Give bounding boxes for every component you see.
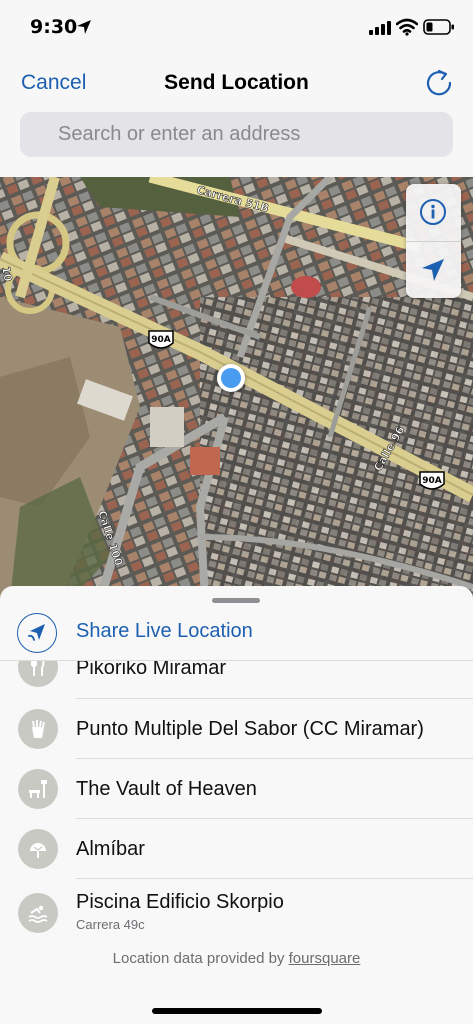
place-name: The Vault of Heaven: [76, 778, 257, 800]
route-shield-right-label: 90A: [422, 476, 442, 486]
cellular-signal-icon: [369, 21, 391, 35]
foursquare-link[interactable]: foursquare: [289, 950, 361, 967]
fries-icon: [18, 709, 58, 749]
refresh-icon[interactable]: [424, 68, 454, 98]
place-name: Punto Multiple Del Sabor (CC Miramar): [76, 718, 424, 740]
place-address: Carrera 49c: [76, 917, 145, 932]
page-title: Send Location: [164, 71, 309, 94]
home-indicator[interactable]: [152, 1008, 322, 1014]
navigation-arrow-icon: [422, 259, 444, 281]
pool-icon: [18, 893, 58, 933]
list-item[interactable]: Piscina Edificio Skorpio Carrera 49c: [0, 879, 473, 949]
share-live-location-label: Share Live Location: [76, 620, 253, 642]
nearby-places-list[interactable]: Pikoriko Miramar Punto Multiple Del Sabo…: [0, 660, 473, 950]
sheet-grabber[interactable]: [212, 598, 260, 603]
list-item[interactable]: Almíbar: [0, 819, 473, 879]
street-label-edge: 10: [0, 265, 15, 283]
bench-lamp-icon: [18, 769, 58, 809]
list-item[interactable]: The Vault of Heaven: [0, 759, 473, 819]
utensils-icon: [18, 661, 58, 687]
status-bar: 9:30: [0, 0, 473, 56]
list-item[interactable]: Punto Multiple Del Sabor (CC Miramar): [0, 699, 473, 759]
route-shield-left-label: 90A: [151, 335, 171, 345]
map-controls: [406, 184, 461, 298]
map-info-button[interactable]: [406, 184, 461, 241]
list-item[interactable]: Pikoriko Miramar: [0, 660, 473, 699]
location-attribution: Location data provided by foursquare: [0, 950, 473, 967]
dessert-icon: [18, 829, 58, 869]
place-name: Pikoriko Miramar: [76, 660, 227, 679]
info-icon: [420, 199, 446, 225]
place-name: Almíbar: [76, 838, 145, 860]
location-arrow-icon: [77, 20, 91, 34]
attribution-text: Location data provided by: [112, 950, 285, 967]
battery-icon: [423, 19, 454, 35]
user-location-dot: [217, 364, 245, 392]
current-location-button[interactable]: [406, 242, 461, 299]
wifi-icon: [396, 18, 418, 36]
place-name: Piscina Edificio Skorpio: [76, 891, 284, 913]
live-location-icon: [17, 613, 57, 653]
location-sheet: Share Live Location Pikoriko Miramar Pun…: [0, 586, 473, 1024]
address-search-input[interactable]: [20, 112, 453, 157]
status-time: 9:30: [30, 16, 78, 38]
share-live-location-row[interactable]: Share Live Location: [0, 608, 473, 660]
